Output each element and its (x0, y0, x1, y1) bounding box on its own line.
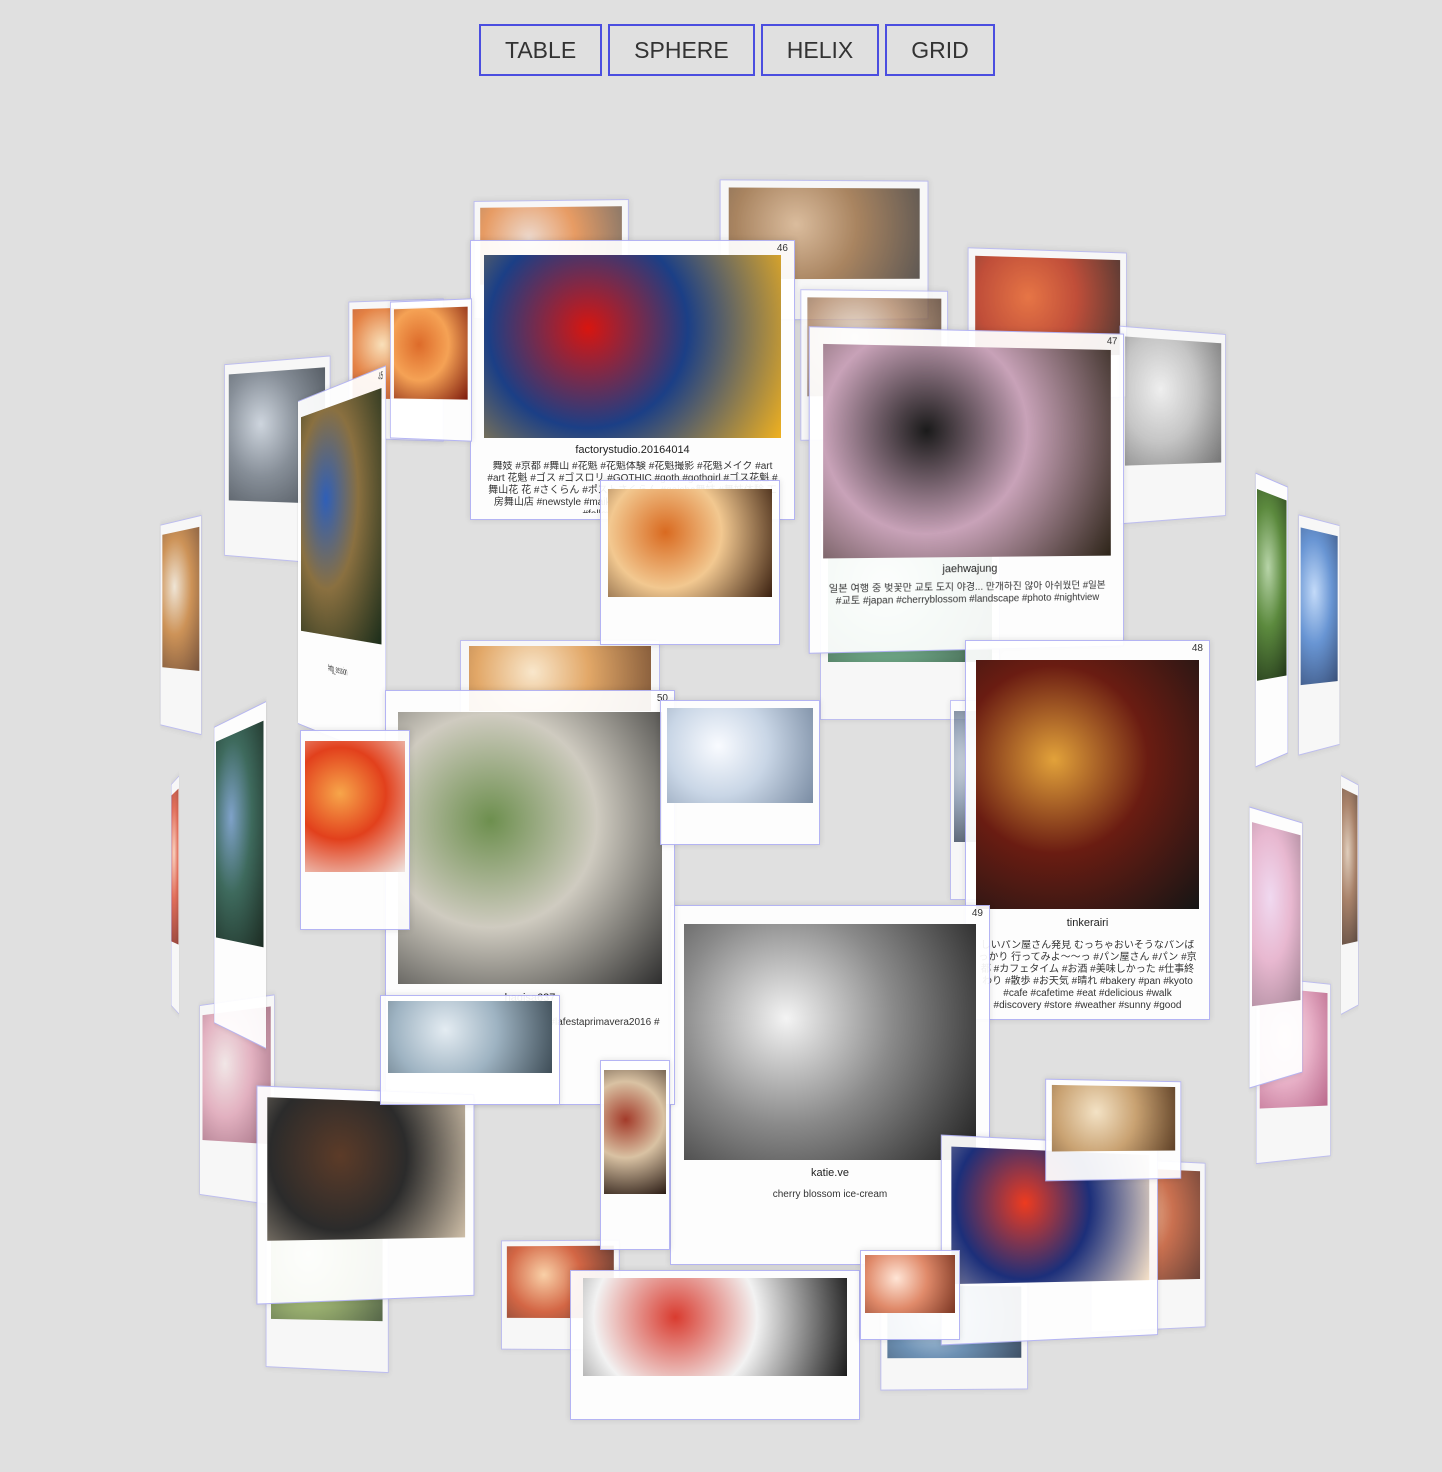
photo-card[interactable] (600, 480, 780, 645)
card-caption: しいパン屋さん発見 むっちゃおいそうなパンばっかり 行ってみよ〜〜っ #パン屋さ… (978, 939, 1197, 1011)
card-caption: 일본 여행 중 벚꽃만 교토 도지 야경... 만개하진 않아 아쉬웠던 #일본… (828, 580, 1106, 608)
photo-card[interactable] (660, 700, 820, 845)
photo-card[interactable] (1249, 806, 1303, 1089)
photo-card[interactable] (1119, 325, 1226, 525)
layout-menu: TABLE SPHERE HELIX GRID (479, 24, 995, 76)
photo-card[interactable] (860, 1250, 960, 1340)
card-photo (822, 343, 1112, 559)
photo-card[interactable]: 47 jaehwajung 일본 여행 중 벚꽃만 교토 도지 야경... 만개하진… (808, 326, 1125, 654)
table-button[interactable]: TABLE (479, 24, 603, 76)
card-photo (975, 659, 1200, 910)
card-photo (301, 387, 382, 645)
card-username: factorystudio.20164014 (575, 443, 690, 456)
photo-card[interactable] (600, 1060, 670, 1250)
card-photo (388, 1001, 552, 1073)
card-photo (171, 788, 179, 945)
card-number: 46 (776, 243, 788, 254)
card-photo (1252, 822, 1301, 1006)
card-photo (1257, 488, 1287, 682)
photo-card[interactable]: 46 factorystudio.20164014 舞妓 #京都 #舞山 #花魁 #… (470, 240, 795, 520)
card-caption: cherry blossom ice-cream (772, 1188, 888, 1200)
photo-card[interactable] (214, 700, 267, 1050)
three-js-stage[interactable]: 45 #rtg_session 46 factorystudio.20164014 舞妓… (0, 0, 1442, 1472)
card-photo (1300, 527, 1338, 685)
card-number: 49 (971, 908, 983, 919)
sphere-button[interactable]: SPHERE (608, 24, 755, 76)
grid-button[interactable]: GRID (885, 24, 995, 76)
card-number: 48 (1191, 643, 1203, 654)
photo-card[interactable] (160, 514, 202, 736)
card-photo (608, 489, 772, 597)
photo-card[interactable] (380, 995, 560, 1105)
photo-card[interactable] (1340, 775, 1359, 1015)
card-photo (216, 720, 264, 948)
photo-card[interactable] (1255, 472, 1288, 768)
card-photo (582, 1278, 848, 1377)
card-photo (683, 923, 977, 1161)
card-photo (1124, 336, 1222, 467)
card-photo (483, 254, 782, 439)
card-photo (603, 1070, 667, 1195)
card-photo (162, 527, 200, 671)
card-photo (266, 1097, 466, 1241)
photo-card[interactable] (1298, 514, 1340, 756)
card-number: 47 (1106, 336, 1118, 348)
card-photo (1051, 1084, 1176, 1152)
card-photo (667, 708, 813, 803)
card-username: jaehwajung (942, 562, 998, 576)
photo-card[interactable]: 48 tinkerairi しいパン屋さん発見 むっちゃおいそうなパンばっかり 行っ… (965, 640, 1210, 1020)
photo-card[interactable] (389, 298, 472, 442)
card-photo (305, 740, 405, 872)
helix-button[interactable]: HELIX (760, 24, 880, 76)
sphere-layout[interactable]: 45 #rtg_session 46 factorystudio.20164014 舞妓… (0, 0, 1442, 1472)
card-photo (864, 1255, 956, 1314)
photo-card[interactable]: 45 #rtg_session (297, 365, 386, 760)
photo-card[interactable] (171, 775, 180, 1015)
card-photo (1341, 788, 1358, 945)
card-photo (397, 711, 663, 985)
card-username: tinkerairi (1066, 916, 1109, 929)
photo-card[interactable] (1045, 1078, 1182, 1182)
card-number: 45 (378, 369, 384, 384)
photo-card[interactable] (256, 1085, 475, 1305)
card-photo (393, 306, 468, 400)
photo-card[interactable] (570, 1270, 860, 1420)
photo-card[interactable] (300, 730, 410, 930)
